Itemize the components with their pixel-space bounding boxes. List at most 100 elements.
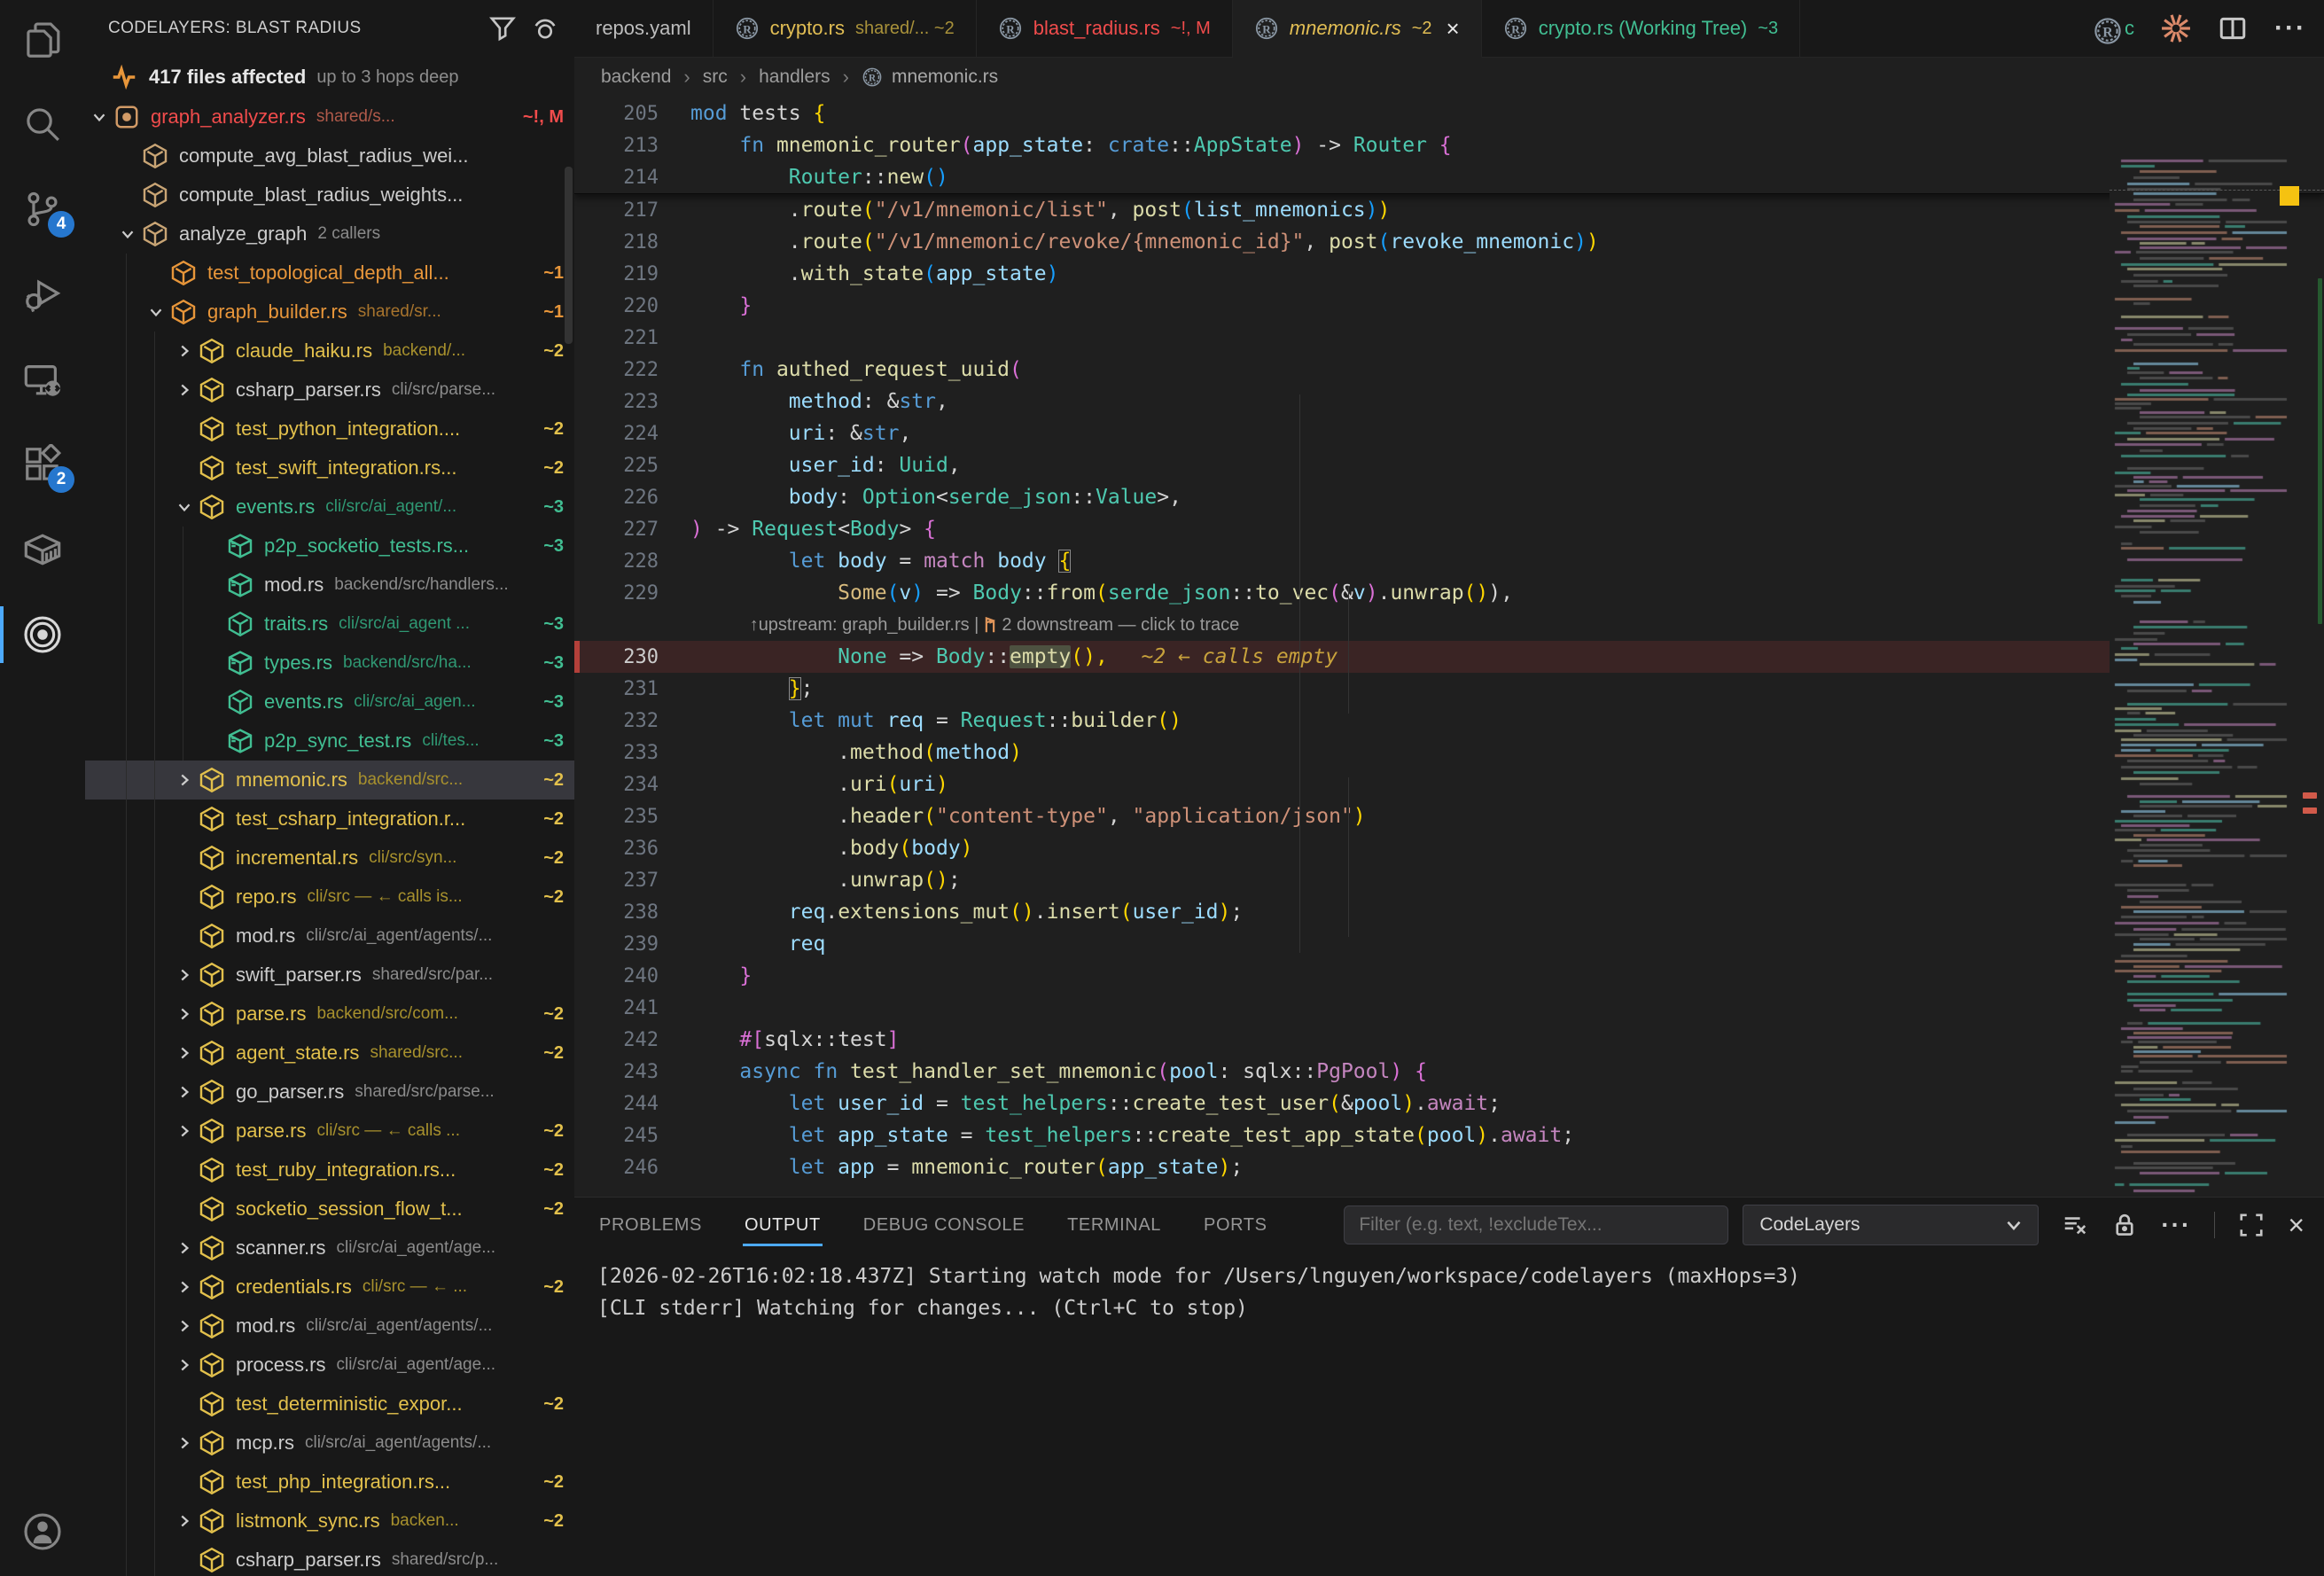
tree-item-test_php_integration.rs...[interactable]: test_php_integration.rs...~2 <box>85 1463 574 1502</box>
line-number[interactable]: 213 <box>574 135 690 157</box>
tree-item-socketio_session_flow_t...[interactable]: socketio_session_flow_t...~2 <box>85 1190 574 1229</box>
chevron-right-icon[interactable] <box>170 1121 199 1141</box>
line-number[interactable]: 219 <box>574 263 690 285</box>
chevron-right-icon[interactable] <box>170 341 199 361</box>
line-number[interactable]: 217 <box>574 199 690 222</box>
tab-truncated[interactable]: R c <box>2093 16 2134 41</box>
tree-item-go_parser.rs[interactable]: go_parser.rsshared/src/parse... <box>85 1073 574 1112</box>
maximize-panel-icon[interactable] <box>2238 1212 2265 1238</box>
chevron-right-icon[interactable] <box>170 965 199 985</box>
chevron-right-icon[interactable] <box>170 1277 199 1297</box>
panel-tab-terminal[interactable]: TERMINAL <box>1065 1205 1163 1246</box>
codelayers-icon[interactable] <box>0 594 85 675</box>
code-area[interactable]: 217 .route("/v1/mnemonic/list", post(lis… <box>574 194 2324 1183</box>
line-number[interactable]: 238 <box>574 901 690 924</box>
code-line-221[interactable]: 221 <box>574 322 2110 354</box>
tree-item-mcp.rs[interactable]: mcp.rscli/src/ai_agent/agents/... <box>85 1424 574 1463</box>
breadcrumb[interactable]: backend›src›handlers› R mnemonic.rs <box>574 57 998 98</box>
containers-icon[interactable] <box>0 509 85 590</box>
code-line-214[interactable]: 214 Router::new() <box>574 161 2110 193</box>
breadcrumb-part[interactable]: handlers <box>759 66 831 88</box>
chevron-right-icon[interactable] <box>170 1004 199 1024</box>
line-number[interactable]: 224 <box>574 423 690 445</box>
tree-item-test_csharp_integration.r...[interactable]: test_csharp_integration.r...~2 <box>85 800 574 839</box>
chevron-right-icon[interactable] <box>170 1355 199 1375</box>
chevron-right-icon[interactable] <box>170 770 199 790</box>
split-editor-icon[interactable] <box>2218 13 2248 43</box>
tree-item-graph_analyzer.rs[interactable]: graph_analyzer.rsshared/s...~!, M <box>85 98 574 137</box>
tree-item-test_ruby_integration.rs...[interactable]: test_ruby_integration.rs...~2 <box>85 1151 574 1190</box>
sidebar-scrollbar[interactable] <box>565 167 573 344</box>
code-line-232[interactable]: 232 let mut req = Request::builder() <box>574 705 2110 737</box>
line-number[interactable]: 228 <box>574 550 690 573</box>
tree-item-parse.rs[interactable]: parse.rsbackend/src/com...~2 <box>85 995 574 1034</box>
code-line-245[interactable]: 245 let app_state = test_helpers::create… <box>574 1120 2110 1151</box>
more-actions-icon[interactable]: ··· <box>2274 13 2306 43</box>
line-number[interactable]: 241 <box>574 997 690 1019</box>
tree-item-test_swift_integration.rs...[interactable]: test_swift_integration.rs...~2 <box>85 449 574 488</box>
tree-item-p2p_sync_test.rs[interactable]: p2p_sync_test.rscli/tes...~3 <box>85 722 574 761</box>
tree-item-swift_parser.rs[interactable]: swift_parser.rsshared/src/par... <box>85 956 574 995</box>
tree-item-incremental.rs[interactable]: incremental.rscli/src/syn...~2 <box>85 839 574 878</box>
code-line-227[interactable]: 227) -> Request<Body> { <box>574 513 2110 545</box>
line-number[interactable]: 222 <box>574 359 690 381</box>
code-line-241[interactable]: 241 <box>574 992 2110 1024</box>
line-number[interactable]: 237 <box>574 870 690 892</box>
tree-item-mod.rs[interactable]: mod.rscli/src/ai_agent/agents/... <box>85 1307 574 1346</box>
tab-crypto.rsWorkingTree[interactable]: Rcrypto.rs (Working Tree)~3 <box>1482 0 1800 57</box>
extensions-icon[interactable]: 2 <box>0 424 85 505</box>
line-number[interactable]: 220 <box>574 295 690 317</box>
tree-item-graph_builder.rs[interactable]: graph_builder.rsshared/sr...~1 <box>85 293 574 332</box>
code-line-229[interactable]: 229 Some(v) => Body::from(serde_json::to… <box>574 577 2110 609</box>
code-line-236[interactable]: 236 .body(body) <box>574 832 2110 864</box>
code-line-242[interactable]: 242 #[sqlx::test] <box>574 1024 2110 1056</box>
watch-icon[interactable] <box>532 15 558 42</box>
remote-explorer-icon[interactable] <box>0 339 85 420</box>
tree-item-events.rs[interactable]: events.rscli/src/ai_agent/...~3 <box>85 488 574 527</box>
chevron-right-icon[interactable] <box>170 1238 199 1258</box>
output-channel-dropdown[interactable]: CodeLayers <box>1743 1205 2039 1245</box>
tree-item-test_deterministic_expor...[interactable]: test_deterministic_expor...~2 <box>85 1385 574 1424</box>
code-line-238[interactable]: 238 req.extensions_mut().insert(user_id)… <box>574 896 2110 928</box>
tree-item-analyze_graph[interactable]: analyze_graph2 callers <box>85 215 574 254</box>
source-control-icon[interactable]: 4 <box>0 168 85 250</box>
lock-icon[interactable] <box>2111 1212 2138 1238</box>
line-number[interactable]: 235 <box>574 806 690 828</box>
tree-item-scanner.rs[interactable]: scanner.rscli/src/ai_agent/age... <box>85 1229 574 1268</box>
line-number[interactable]: 236 <box>574 838 690 860</box>
output-filter-input[interactable] <box>1344 1205 1728 1244</box>
panel-tab-ports[interactable]: PORTS <box>1202 1205 1269 1246</box>
code-line-217[interactable]: 217 .route("/v1/mnemonic/list", post(lis… <box>574 194 2110 226</box>
chevron-right-icon[interactable] <box>170 1082 199 1102</box>
tree-item-mnemonic.rs[interactable]: mnemonic.rsbackend/src...~2 <box>85 761 574 800</box>
code-line-246[interactable]: 246 let app = mnemonic_router(app_state)… <box>574 1151 2110 1183</box>
tree-item-listmonk_sync.rs[interactable]: listmonk_sync.rsbacken...~2 <box>85 1502 574 1541</box>
tree-item-csharp_parser.rs[interactable]: csharp_parser.rscli/src/parse... <box>85 371 574 410</box>
code-line-226[interactable]: 226 body: Option<serde_json::Value>, <box>574 481 2110 513</box>
line-number[interactable]: 239 <box>574 933 690 956</box>
tree-item-traits.rs[interactable]: traits.rscli/src/ai_agent ...~3 <box>85 605 574 644</box>
tree-item-p2p_socketio_tests.rs...[interactable]: p2p_socketio_tests.rs...~3 <box>85 527 574 566</box>
tab-blast_radius.rs[interactable]: Rblast_radius.rs~!, M <box>977 0 1233 57</box>
panel-tab-debug-console[interactable]: DEBUG CONSOLE <box>862 1205 1026 1246</box>
line-number[interactable]: 214 <box>574 167 690 189</box>
line-number[interactable]: 243 <box>574 1061 690 1083</box>
chevron-right-icon[interactable] <box>170 380 199 400</box>
close-tab-icon[interactable]: × <box>1447 17 1460 40</box>
code-line-243[interactable]: 243 async fn test_handler_set_mnemonic(p… <box>574 1056 2110 1088</box>
tab-mnemonic.rs[interactable]: Rmnemonic.rs~2× <box>1233 0 1482 58</box>
line-number[interactable]: 227 <box>574 519 690 541</box>
code-line-233[interactable]: 233 .method(method) <box>574 737 2110 768</box>
tree-item-test_python_integration....[interactable]: test_python_integration....~2 <box>85 410 574 449</box>
overview-ruler[interactable] <box>2296 154 2324 1197</box>
line-number[interactable]: 234 <box>574 774 690 796</box>
tree-item-compute_blast_radius_weights...[interactable]: compute_blast_radius_weights... <box>85 176 574 215</box>
claude-icon[interactable] <box>2161 13 2191 43</box>
panel-tab-output[interactable]: OUTPUT <box>743 1205 823 1246</box>
line-number[interactable]: 242 <box>574 1029 690 1051</box>
tree-item-mod.rs[interactable]: mod.rsbackend/src/handlers... <box>85 566 574 605</box>
line-number[interactable]: 225 <box>574 455 690 477</box>
line-number[interactable]: 226 <box>574 487 690 509</box>
account-icon[interactable] <box>0 1491 85 1572</box>
code-line-205[interactable]: 205mod tests { <box>574 98 2110 129</box>
